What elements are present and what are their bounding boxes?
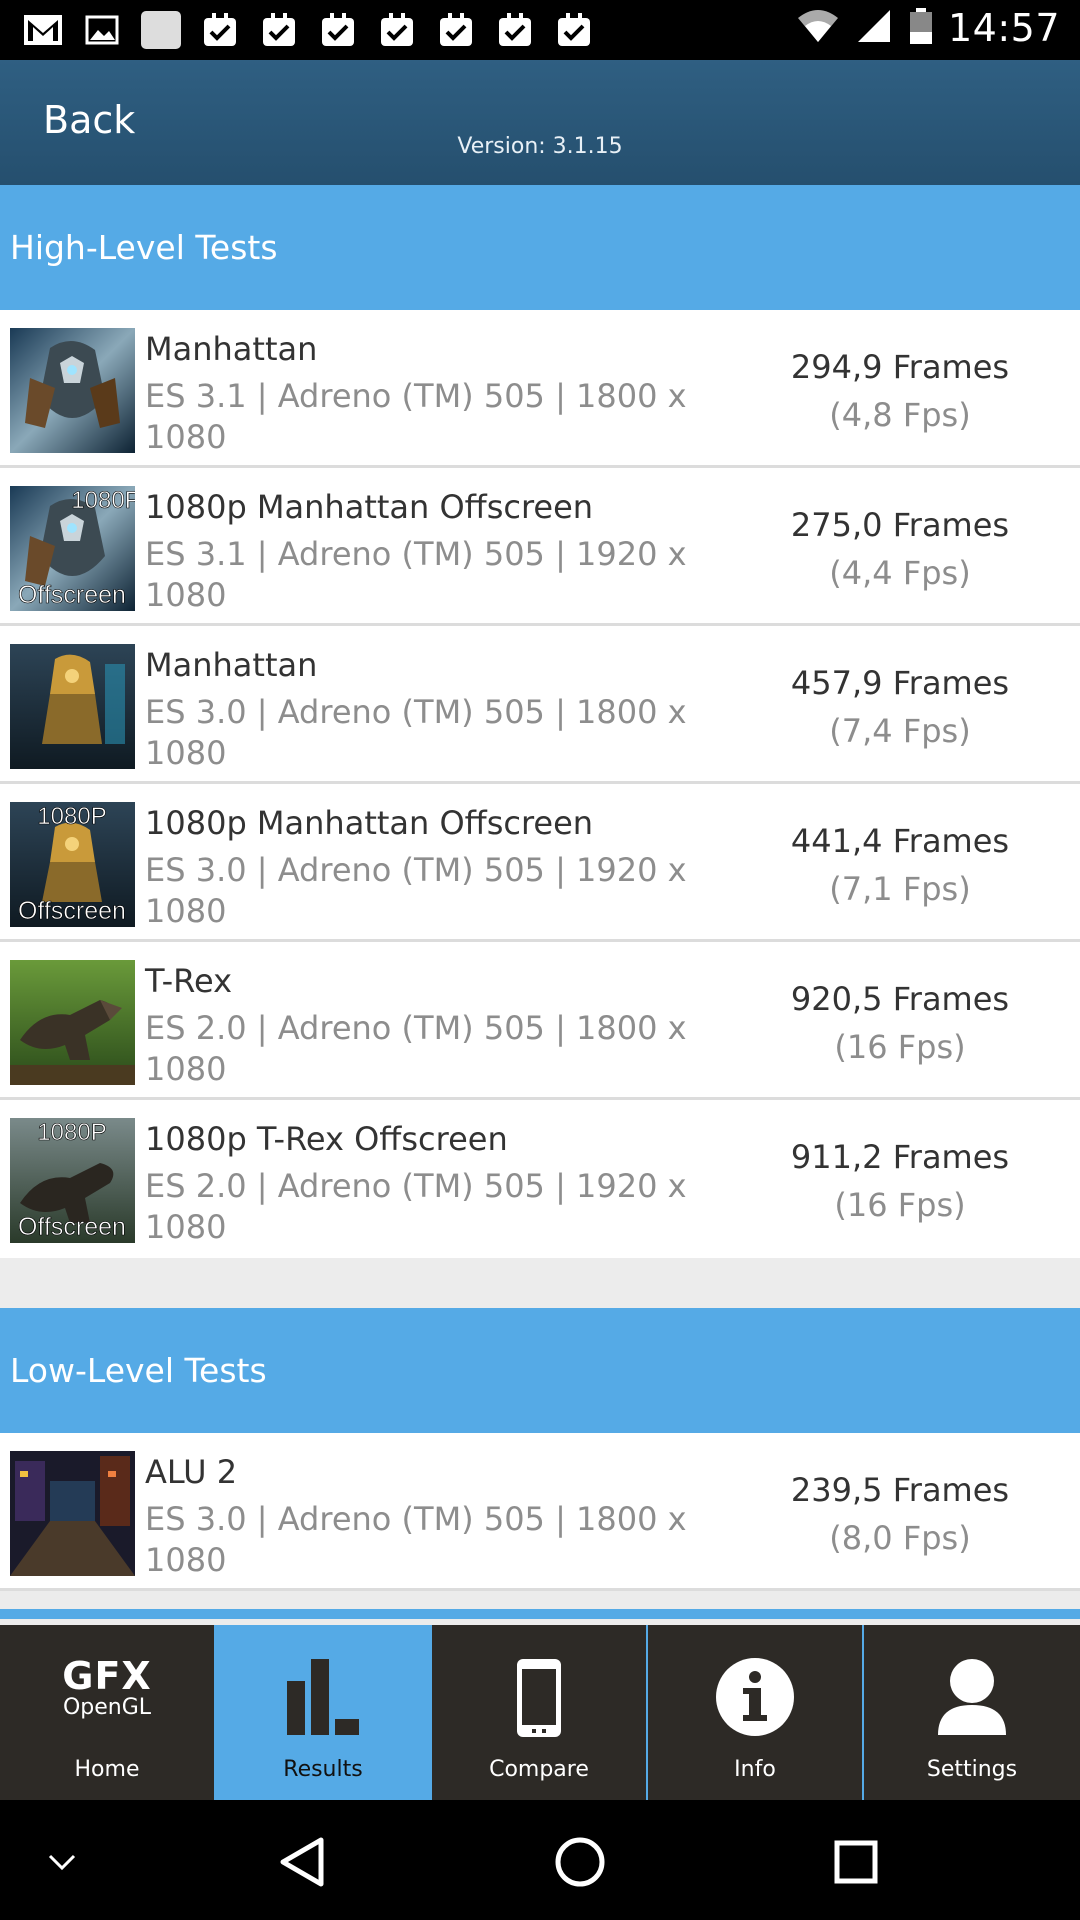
test-frames: 239,5 Frames: [790, 1471, 1010, 1509]
info-icon: [648, 1657, 862, 1737]
task-check-icon: [317, 10, 359, 50]
bar-chart-icon: [216, 1657, 430, 1737]
test-name: 1080p Manhattan Offscreen: [145, 488, 594, 526]
section-spacer: [0, 1258, 1080, 1308]
badge-1080p: 1080P: [37, 1119, 106, 1146]
result-row-manhattan-es30[interactable]: Manhattan ES 3.0 | Adreno (TM) 505 | 180…: [0, 626, 1080, 784]
test-frames: 457,9 Frames: [790, 664, 1010, 702]
tab-label: Home: [74, 1757, 140, 1782]
test-frames: 275,0 Frames: [790, 506, 1010, 544]
cell-signal-icon: [854, 6, 894, 50]
version-label: Version: 3.1.15: [457, 134, 623, 159]
person-icon: [864, 1657, 1080, 1737]
back-triangle-icon[interactable]: [270, 1830, 334, 1894]
tab-settings[interactable]: Settings: [864, 1625, 1080, 1800]
test-fps: (7,1 Fps): [829, 870, 971, 908]
test-detail: ES 3.1 | Adreno (TM) 505 | 1920 x 1080: [145, 535, 687, 614]
recents-square-icon[interactable]: [824, 1830, 888, 1894]
keyboard-hide-icon[interactable]: [30, 1830, 94, 1894]
result-row-trex-offscreen[interactable]: 1080P Offscreen 1080p T-Rex Offscreen ES…: [0, 1100, 1080, 1258]
test-detail: ES 3.0 | Adreno (TM) 505 | 1920 x 1080: [145, 851, 687, 930]
test-fps: (8,0 Fps): [829, 1519, 971, 1557]
blank-notification-icon: [140, 10, 182, 50]
task-check-icon: [376, 10, 418, 50]
task-check-icon: [199, 10, 241, 50]
task-check-icon: [435, 10, 477, 50]
section-header-low-level: Low-Level Tests: [0, 1308, 1080, 1433]
test-detail: ES 3.0 | Adreno (TM) 505 | 1800 x 1080: [145, 693, 687, 772]
test-thumbnail: 1080P Offscreen: [10, 802, 135, 927]
test-thumbnail: [10, 960, 135, 1085]
bottom-tab-bar: GFX OpenGL Home Results Compare Info Set…: [0, 1625, 1080, 1800]
test-frames: 920,5 Frames: [790, 980, 1010, 1018]
gfx-opengl-logo: GFX OpenGL: [62, 1654, 152, 1720]
test-thumbnail: [10, 328, 135, 453]
test-thumbnail: [10, 1451, 135, 1576]
phone-icon: [432, 1657, 646, 1739]
result-row-manhattan-offscreen-es31[interactable]: 1080P Offscreen 1080p Manhattan Offscree…: [0, 468, 1080, 626]
status-bar: 14:57: [0, 0, 1080, 60]
test-detail: ES 3.0 | Adreno (TM) 505 | 1800 x 1080: [145, 1500, 687, 1579]
section-header-high-level: High-Level Tests: [0, 185, 1080, 310]
task-check-icon: [553, 10, 595, 50]
home-circle-icon[interactable]: [548, 1830, 612, 1894]
test-frames: 441,4 Frames: [790, 822, 1010, 860]
badge-1080p: 1080P: [37, 803, 106, 830]
test-thumbnail: 1080P Offscreen: [10, 1118, 135, 1243]
test-fps: (7,4 Fps): [829, 712, 971, 750]
tab-label: Info: [734, 1757, 776, 1782]
tab-label: Results: [283, 1757, 363, 1782]
test-name: Manhattan: [145, 646, 318, 684]
badge-offscreen: Offscreen: [18, 897, 126, 925]
task-check-icon: [258, 10, 300, 50]
test-fps: (16 Fps): [834, 1186, 966, 1224]
test-fps: (4,8 Fps): [829, 396, 971, 434]
notification-icons: [22, 10, 595, 50]
result-row-alu2[interactable]: ALU 2 ES 3.0 | Adreno (TM) 505 | 1800 x …: [0, 1433, 1080, 1591]
wifi-icon: [796, 6, 840, 50]
result-row-manhattan-es31[interactable]: Manhattan ES 3.1 | Adreno (TM) 505 | 180…: [0, 310, 1080, 468]
test-name: Manhattan: [145, 330, 318, 368]
test-name: ALU 2: [145, 1453, 238, 1491]
test-frames: 294,9 Frames: [790, 348, 1010, 386]
app-header: Back Version: 3.1.15: [0, 60, 1080, 185]
test-thumbnail: [10, 644, 135, 769]
test-fps: (4,4 Fps): [829, 554, 971, 592]
status-right: 14:57: [796, 6, 1060, 50]
tab-label: Settings: [926, 1757, 1018, 1782]
test-detail: ES 2.0 | Adreno (TM) 505 | 1800 x 1080: [145, 1009, 687, 1088]
badge-offscreen: Offscreen: [18, 1213, 126, 1241]
test-name: 1080p T-Rex Offscreen: [145, 1120, 508, 1158]
test-detail: ES 3.1 | Adreno (TM) 505 | 1800 x 1080: [145, 377, 687, 456]
test-name: T-Rex: [145, 962, 233, 1000]
test-frames: 911,2 Frames: [790, 1138, 1010, 1176]
gallery-icon: [81, 10, 123, 50]
tab-label: Compare: [489, 1757, 589, 1782]
test-fps: (16 Fps): [834, 1028, 966, 1066]
next-section-edge: [0, 1609, 1080, 1619]
battery-icon: [908, 6, 934, 50]
test-name: 1080p Manhattan Offscreen: [145, 804, 594, 842]
clock: 14:57: [947, 6, 1060, 50]
tab-home[interactable]: GFX OpenGL Home: [0, 1625, 216, 1800]
tab-info[interactable]: Info: [648, 1625, 864, 1800]
test-thumbnail: 1080P Offscreen: [10, 486, 135, 611]
gmail-icon: [22, 10, 64, 50]
result-row-trex[interactable]: T-Rex ES 2.0 | Adreno (TM) 505 | 1800 x …: [0, 942, 1080, 1100]
result-row-manhattan-offscreen-es30[interactable]: 1080P Offscreen 1080p Manhattan Offscree…: [0, 784, 1080, 942]
tab-compare[interactable]: Compare: [432, 1625, 648, 1800]
system-nav-bar: [0, 1800, 1080, 1920]
badge-1080p: 1080P: [71, 487, 135, 514]
test-detail: ES 2.0 | Adreno (TM) 505 | 1920 x 1080: [145, 1167, 687, 1246]
badge-offscreen: Offscreen: [18, 581, 126, 609]
task-check-icon: [494, 10, 536, 50]
tab-results[interactable]: Results: [216, 1625, 432, 1800]
results-list[interactable]: High-Level Tests Manhattan ES 3.1 | Adre…: [0, 185, 1080, 1625]
